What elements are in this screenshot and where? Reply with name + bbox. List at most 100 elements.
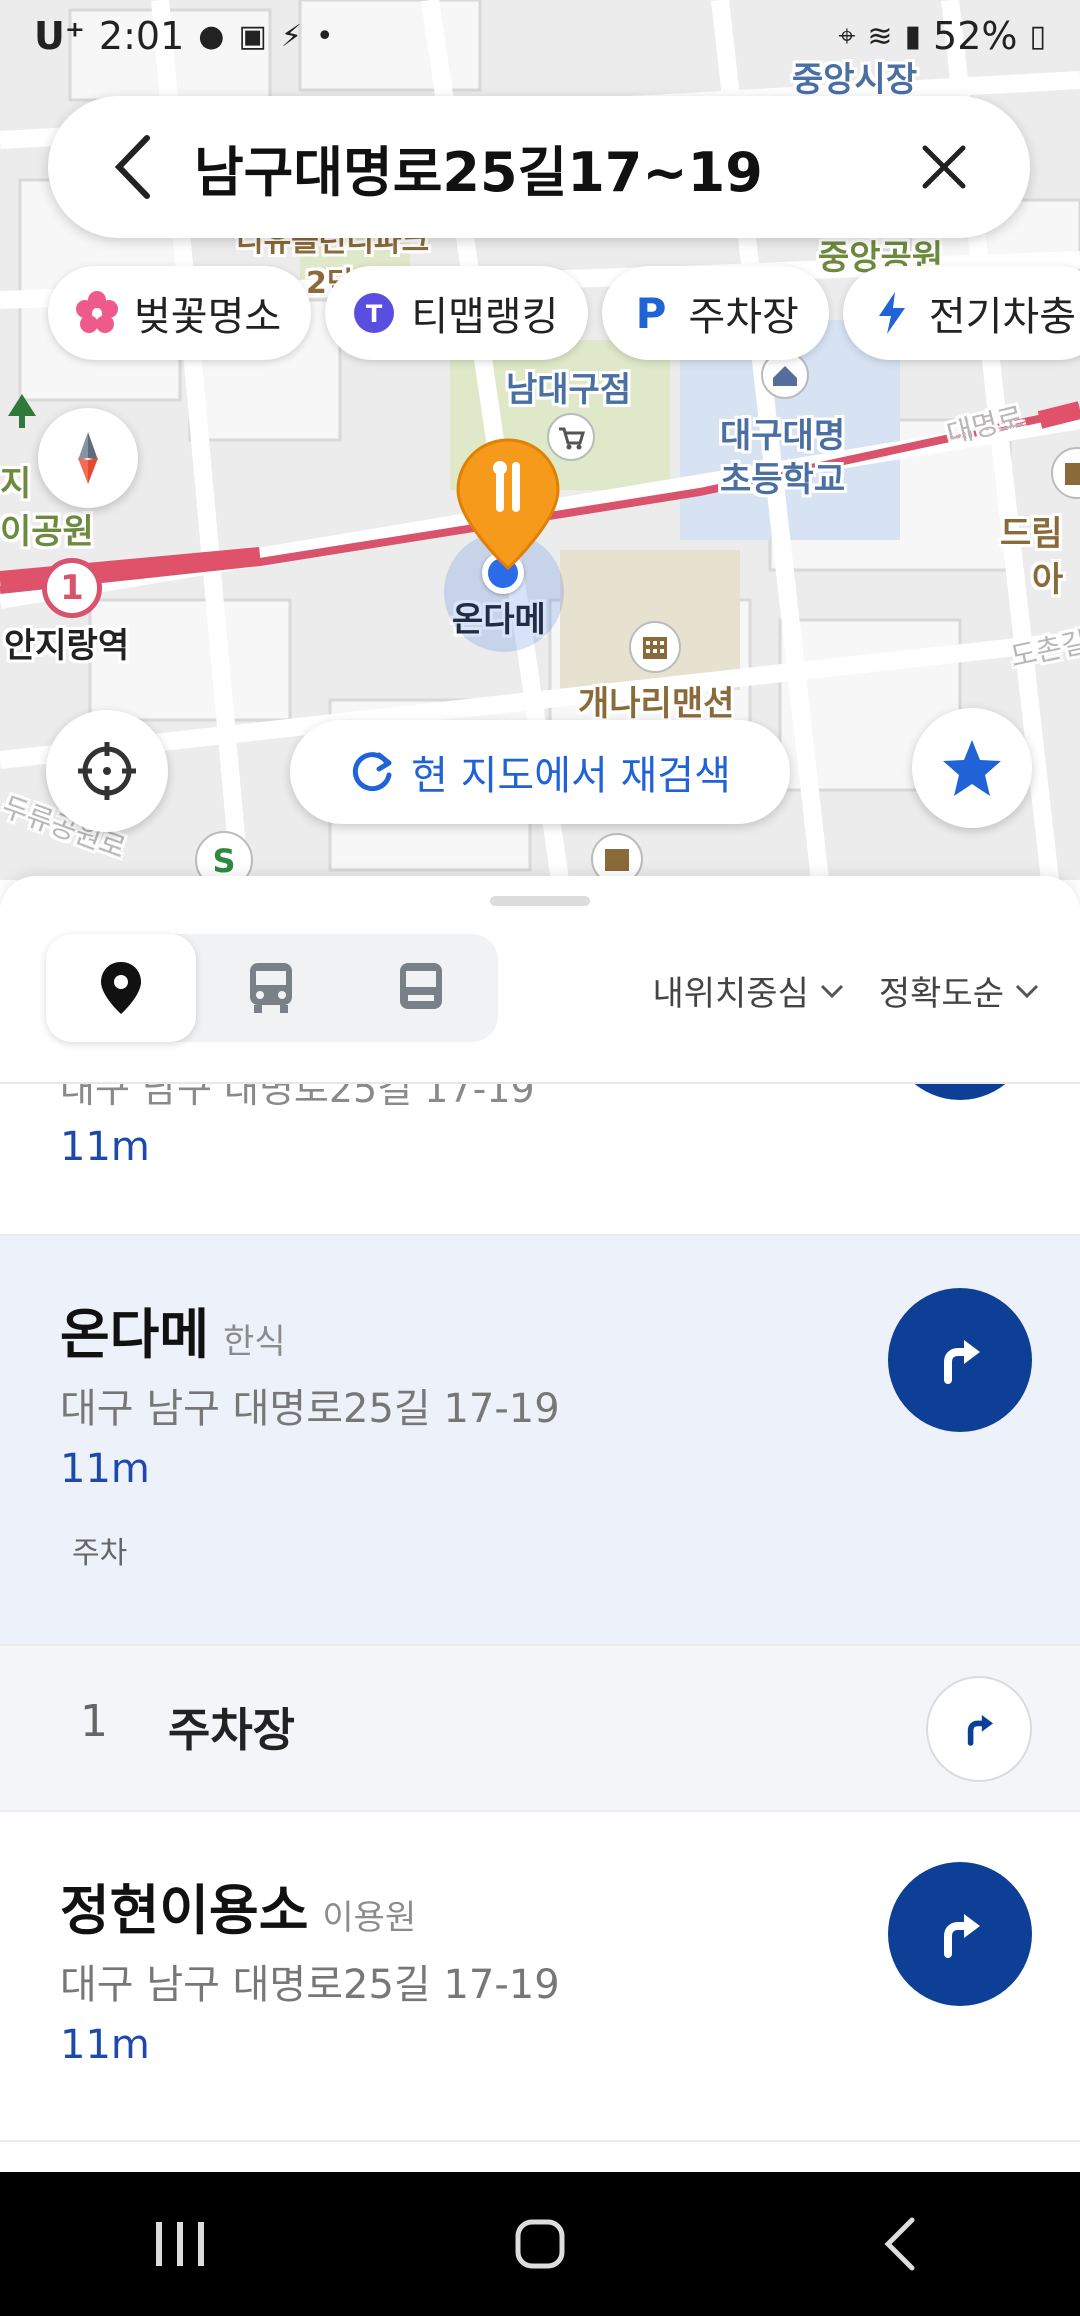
apartment-icon-2 <box>590 832 644 880</box>
chip-tmap-ranking[interactable]: T 티맵랭킹 <box>325 266 589 360</box>
place-distance: 11m <box>60 1446 150 1492</box>
list-item[interactable]: 대구 남구 대명로25길 17-19 11m <box>0 1084 1080 1236</box>
subway-icon <box>400 963 442 1009</box>
restaurant-marker-icon[interactable] <box>452 436 564 576</box>
svg-text:S: S <box>212 842 235 880</box>
map-label-park-left-1: 지 <box>0 464 32 504</box>
carrier-label: U⁺ <box>34 14 85 58</box>
map-view[interactable]: 중앙시장 중앙공원 디유블런디파크 2단 남대구점 대구대명 초등학교 지 이공… <box>0 0 1080 880</box>
location-pin-icon <box>101 962 141 1014</box>
clock: 2:01 <box>98 14 185 58</box>
place-category: 한식 <box>223 1322 286 1362</box>
sort-location-dropdown[interactable]: 내위치중심 <box>652 966 844 1015</box>
crosshair-icon <box>78 742 136 800</box>
map-label-school-2: 초등학교 <box>720 460 846 500</box>
tab-subway[interactable] <box>346 934 496 1042</box>
map-label-apt: 개나리맨션 <box>578 684 735 724</box>
battery-icon: ▯ <box>1029 18 1046 54</box>
map-label-dream-2: 아 <box>1032 560 1064 600</box>
results-sheet[interactable]: 내위치중심 정확도순 대구 남구 대명로25길 17-19 11m 온다메 한식… <box>0 876 1080 2172</box>
place-title: 온다메 한식 <box>60 1290 286 1369</box>
chat-notification-icon: ● <box>198 18 225 54</box>
sort-options: 내위치중심 정확도순 <box>652 966 1040 1015</box>
brand-logo-icon: S <box>194 830 254 880</box>
map-label-dream-1: 드림 <box>1000 514 1063 554</box>
wifi-icon: ≋ <box>867 18 893 54</box>
recent-apps-button[interactable] <box>120 2194 240 2294</box>
map-label-store: 남대구점 <box>506 370 632 410</box>
favorite-button[interactable] <box>912 708 1032 828</box>
list-item-selected[interactable]: 온다메 한식 대구 남구 대명로25길 17-19 11m 주차 <box>0 1236 1080 1646</box>
chip-label: 주차장 <box>688 294 799 340</box>
chevron-down-icon <box>1015 984 1039 998</box>
search-mode-tabs <box>46 934 498 1042</box>
svg-text:P: P <box>636 290 667 336</box>
tab-place[interactable] <box>46 934 196 1042</box>
sub-item-number: 1 <box>80 1696 108 1747</box>
back-arrow-icon <box>114 135 150 199</box>
sort-location-label: 내위치중심 <box>652 974 809 1014</box>
chevron-down-icon <box>820 984 843 998</box>
close-icon <box>922 145 966 189</box>
directions-button[interactable] <box>888 1084 1032 1100</box>
place-distance: 11m <box>60 2022 150 2068</box>
place-address: 대구 남구 대명로25길 17-19 <box>60 1386 560 1432</box>
research-here-button[interactable]: 현 지도에서 재검색 <box>290 720 790 824</box>
chevron-left-icon <box>884 2217 915 2271</box>
apartment-icon-3 <box>1050 446 1080 500</box>
map-label-station: 안지랑역 <box>4 626 130 666</box>
place-tag: 주차 <box>72 1536 128 1571</box>
location-status-icon: ⌖ <box>838 18 856 54</box>
compass-icon <box>78 432 98 484</box>
back-button[interactable] <box>92 125 176 209</box>
list-item-sub[interactable]: 1 주차장 <box>0 1646 1080 1812</box>
home-icon <box>515 2219 565 2269</box>
place-name: 온다메 <box>60 1303 210 1366</box>
star-icon <box>943 740 1001 796</box>
research-label: 현 지도에서 재검색 <box>411 753 731 799</box>
svg-text:T: T <box>366 300 383 328</box>
tab-bus[interactable] <box>196 934 346 1042</box>
clear-button[interactable] <box>902 125 986 209</box>
place-distance: 11m <box>60 1124 150 1170</box>
system-back-button[interactable] <box>840 2194 960 2294</box>
list-item[interactable]: 정현이용소 이용원 대구 남구 대명로25길 17-19 11m <box>0 1812 1080 2142</box>
sub-item-name: 주차장 <box>168 1703 295 1757</box>
place-title: 정현이용소 이용원 <box>60 1866 416 1945</box>
media-notification-icon: ▣ <box>238 18 267 54</box>
signal-icon: ▮ <box>904 18 922 54</box>
sub-directions-button[interactable] <box>926 1676 1032 1782</box>
directions-button[interactable] <box>888 1288 1032 1432</box>
subway-line-badge: 1 <box>42 558 102 618</box>
refresh-icon <box>352 752 392 792</box>
chip-label: 전기차충 <box>928 294 1077 340</box>
bus-icon <box>250 963 292 1013</box>
turn-arrow-icon <box>944 1340 980 1384</box>
recent-apps-icon <box>156 2222 204 2266</box>
map-label-school-1: 대구대명 <box>720 416 846 456</box>
home-button[interactable] <box>480 2194 600 2294</box>
charging-icon: ⚡ <box>280 18 302 54</box>
apartment-icon <box>628 620 682 674</box>
chip-label: 벚꽃명소 <box>134 294 282 340</box>
status-bar: U⁺ 2:01 ● ▣ ⚡ • ⌖ ≋ ▮ 52% ▯ <box>0 0 1080 80</box>
sort-accuracy-label: 정확도순 <box>878 974 1004 1014</box>
dot-icon: • <box>315 18 334 54</box>
sort-accuracy-dropdown[interactable]: 정확도순 <box>879 966 1040 1015</box>
search-query[interactable]: 남구대명로25길17~19 <box>194 128 902 207</box>
compass-button[interactable] <box>38 408 138 508</box>
system-nav-bar <box>0 2172 1080 2316</box>
sheet-grabber[interactable] <box>490 896 590 906</box>
ev-charge-icon <box>869 290 915 336</box>
directions-button[interactable] <box>888 1862 1032 2006</box>
tree-icon <box>0 390 44 434</box>
search-bar[interactable]: 남구대명로25길17~19 <box>48 96 1030 238</box>
place-address: 대구 남구 대명로25길 17-19 <box>60 1084 535 1111</box>
chip-ev-charge[interactable]: 전기차충 <box>842 266 1080 360</box>
chip-cherry-blossom[interactable]: 벚꽃명소 <box>48 266 312 360</box>
results-list: 대구 남구 대명로25길 17-19 11m 온다메 한식 대구 남구 대명로2… <box>0 1084 1080 2142</box>
locate-me-button[interactable] <box>46 710 168 832</box>
chip-parking[interactable]: P 주차장 <box>602 266 829 360</box>
category-chips: 벚꽃명소 T 티맵랭킹 P 주차장 전기차충 <box>48 266 1080 360</box>
place-name: 정현이용소 <box>60 1879 309 1942</box>
